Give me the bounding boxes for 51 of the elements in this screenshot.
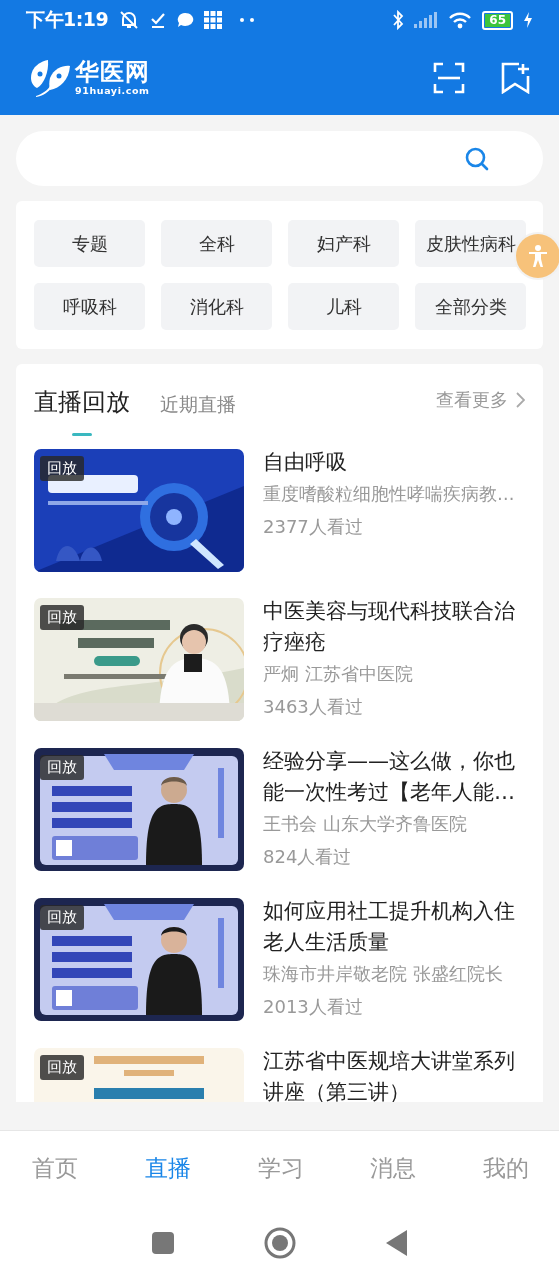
battery-level: 65 [482, 10, 513, 30]
view-count: 824人看过 [263, 845, 353, 869]
replay-badge: 回放 [40, 755, 84, 780]
signal-icon [414, 12, 439, 28]
category-chip[interactable]: 儿科 [288, 283, 399, 330]
status-time: 下午1:19 [26, 7, 109, 32]
view-count: 3463人看过 [263, 695, 364, 719]
bookmark-add-icon[interactable] [501, 61, 531, 94]
video-title[interactable]: 经验分享——这么做，你也能一次性考过【老年人能… [263, 746, 527, 808]
more-dots-icon [240, 18, 255, 22]
logo-subtext: 91huayi.com [75, 85, 150, 96]
leaf-logo-icon [28, 57, 72, 98]
category-chip[interactable]: 皮肤性病科 [415, 220, 526, 267]
back-triangle-icon[interactable] [385, 1230, 408, 1256]
replay-badge: 回放 [40, 456, 84, 481]
replay-badge: 回放 [40, 605, 84, 630]
video-title[interactable]: 如何应用社工提升机构入住老人生活质量 [263, 896, 527, 958]
grid-icon [204, 11, 223, 29]
wifi-icon [448, 11, 473, 29]
square-icon[interactable] [151, 1232, 174, 1254]
charging-icon [523, 12, 533, 28]
video-speaker: 珠海市井岸敬老院 张盛红院长 [263, 963, 504, 986]
tab-indicator [72, 433, 92, 436]
video-speaker: 重度嗜酸粒细胞性哮喘疾病教… [263, 483, 516, 506]
nav-tab[interactable]: 直播 [144, 1152, 191, 1184]
replay-badge: 回放 [40, 1055, 84, 1080]
category-chip[interactable]: 消化科 [161, 283, 272, 330]
replay-badge: 回放 [40, 905, 84, 930]
tab[interactable]: 直播回放 [34, 386, 130, 420]
video-title[interactable]: 中医美容与现代科技联合治疗痤疮 [263, 596, 527, 658]
category-chip[interactable]: 呼吸科 [34, 283, 145, 330]
view-count: 2377人看过 [263, 515, 364, 539]
video-speaker: 王书会 山东大学齐鲁医院 [263, 813, 468, 836]
bluetooth-icon [392, 10, 405, 30]
chat-icon [176, 12, 195, 28]
view-count: 2013人看过 [263, 995, 364, 1019]
tab[interactable]: 近期直播 [160, 392, 236, 420]
category-chip[interactable]: 全科 [161, 220, 272, 267]
person-icon [528, 245, 548, 267]
scan-icon[interactable] [433, 61, 465, 94]
video-speaker: 严炯 江苏省中医院 [263, 663, 414, 686]
category-chip[interactable]: 专题 [34, 220, 145, 267]
category-chip[interactable]: 全部分类 [415, 283, 526, 330]
check-icon [150, 11, 167, 29]
search-icon[interactable] [465, 146, 489, 171]
home-circle-icon[interactable] [263, 1227, 296, 1259]
video-title[interactable]: 江苏省中医规培大讲堂系列讲座（第三讲） [263, 1046, 527, 1102]
logo-text: 华医网 [75, 59, 150, 85]
category-chip[interactable]: 妇产科 [288, 220, 399, 267]
video-title[interactable]: 自由呼吸 [263, 447, 527, 478]
chevron-right-icon[interactable] [516, 392, 525, 408]
